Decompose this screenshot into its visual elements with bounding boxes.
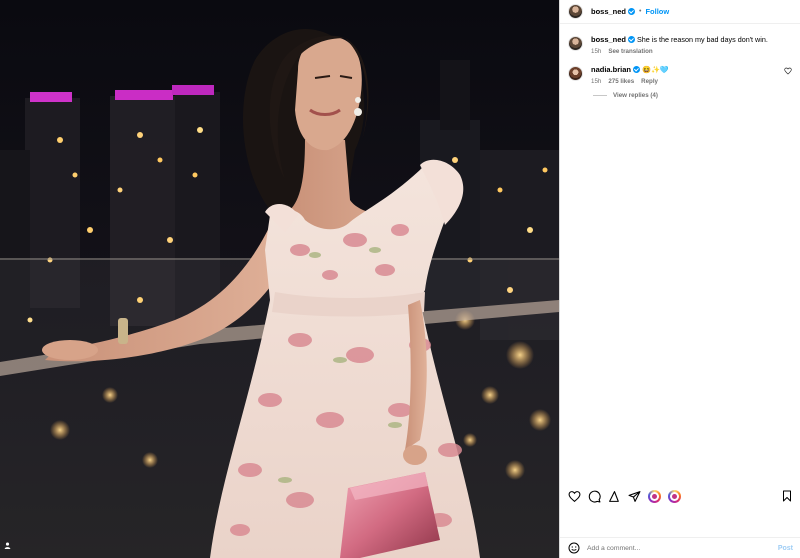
comment-body: She is the reason my bad days don't win. — [637, 35, 768, 44]
commenter-username[interactable]: boss_ned — [591, 35, 626, 44]
commenter-username[interactable]: nadia.brian — [591, 65, 631, 74]
verified-icon — [628, 36, 636, 43]
story-ring — [648, 489, 661, 503]
comment-icon[interactable] — [588, 490, 601, 503]
reply-button[interactable]: Reply — [641, 78, 658, 85]
comment-composer: Post — [560, 537, 800, 558]
photo-illustration — [0, 0, 559, 558]
comment-body: 😆✨🩵 — [642, 65, 669, 74]
author-username[interactable]: boss_ned — [591, 7, 626, 16]
share-icon[interactable] — [608, 490, 621, 503]
comment-meta: 15h See translation — [591, 48, 792, 55]
author-avatar[interactable] — [568, 4, 583, 19]
commenter-avatar[interactable] — [568, 36, 583, 51]
follow-button[interactable]: Follow — [645, 7, 669, 16]
comment-item: nadia.brian 😆✨🩵 15h 275 likes Reply — [560, 65, 800, 85]
story-ring — [668, 489, 681, 503]
comment-time[interactable]: 15h — [591, 78, 601, 85]
verified-icon — [628, 8, 636, 15]
post-photo[interactable] — [0, 0, 559, 558]
story-ring-icon[interactable] — [648, 489, 661, 503]
post-side-panel: boss_ned • Follow boss_ned She is the re… — [559, 0, 800, 558]
heart-icon[interactable] — [568, 490, 581, 503]
verified-icon — [633, 66, 641, 73]
separator-dot: • — [639, 8, 642, 15]
comment-meta: 15h 275 likes Reply — [591, 78, 784, 85]
post-header: boss_ned • Follow — [560, 0, 800, 24]
view-replies-label: View replies (4) — [613, 92, 658, 99]
bookmark-icon[interactable] — [780, 490, 793, 503]
comment-text: nadia.brian 😆✨🩵 — [591, 65, 784, 75]
story-ring-icon[interactable] — [668, 489, 681, 503]
comment-time[interactable]: 15h — [591, 48, 601, 55]
comment-likes[interactable]: 275 likes — [608, 78, 634, 85]
post-button[interactable]: Post — [778, 545, 793, 552]
comment-input[interactable] — [587, 544, 778, 552]
user-tag-icon[interactable] — [4, 542, 14, 552]
comment-text: boss_ned She is the reason my bad days d… — [591, 35, 792, 45]
caption: boss_ned She is the reason my bad days d… — [560, 35, 800, 55]
send-icon[interactable] — [628, 490, 641, 503]
comment-like-icon[interactable] — [784, 67, 792, 75]
emoji-icon[interactable] — [568, 542, 580, 554]
view-replies-button[interactable]: View replies (4) — [593, 92, 800, 99]
commenter-avatar[interactable] — [568, 66, 583, 81]
replies-line — [593, 95, 607, 96]
action-bar — [560, 486, 800, 506]
see-translation-button[interactable]: See translation — [608, 48, 652, 55]
